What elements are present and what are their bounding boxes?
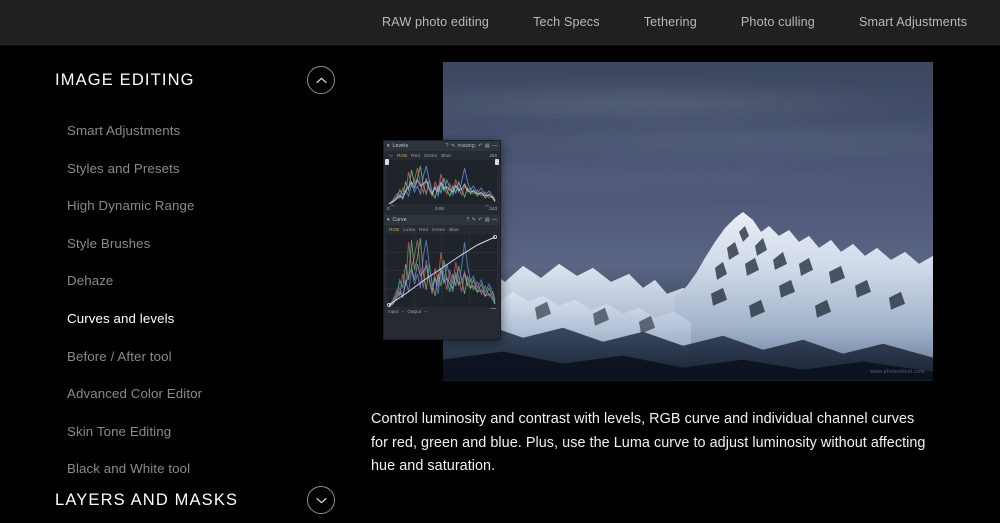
- sidebar-section-title-layers-and-masks: LAYERS AND MASKS: [55, 490, 239, 509]
- levels-tab-rgb[interactable]: RGB: [394, 151, 410, 161]
- help-icon[interactable]: ?: [446, 143, 449, 149]
- levels-channel-tabs: ∾ RGB Red Green Blue 255: [384, 151, 500, 161]
- sky-cloud-band-3: [443, 160, 933, 193]
- mountain-ridge: [443, 202, 933, 381]
- levels-panel-title: Levels: [392, 142, 409, 149]
- curve-panel-header-icons: ? ✎ ↶ ▤ —: [467, 217, 497, 223]
- sidebar-item-skin-tone-editing[interactable]: Skin Tone Editing: [67, 413, 347, 451]
- nav-link-photo-culling[interactable]: Photo culling: [719, 0, 837, 44]
- curve-channel-tabs: RGB Luma Red Green Blue: [384, 225, 500, 235]
- curve-output-label: Output: [407, 309, 422, 315]
- reset-icon[interactable]: ↶: [478, 217, 482, 223]
- preset-icon[interactable]: ▤: [485, 143, 490, 149]
- sidebar-section-image-editing[interactable]: IMAGE EDITING: [55, 66, 340, 94]
- curve-panel: ▾ Curve ? ✎ ↶ ▤ — RGB Luma Red Green Blu…: [384, 215, 500, 318]
- sidebar-item-styles-and-presets[interactable]: Styles and Presets: [67, 150, 347, 188]
- curve-panel-titlebar[interactable]: ▾ Curve ? ✎ ↶ ▤ —: [384, 215, 500, 225]
- sidebar-item-high-dynamic-range[interactable]: High Dynamic Range: [67, 187, 347, 225]
- curve-input-output-row: Input -- Output -- ⏜: [384, 307, 500, 318]
- sidebar-item-style-brushes[interactable]: Style Brushes: [67, 225, 347, 263]
- sidebar-item-smart-adjustments[interactable]: Smart Adjustments: [67, 112, 347, 150]
- levels-tab-blue[interactable]: Blue: [439, 151, 453, 160]
- sky-cloud-band-2: [443, 119, 933, 161]
- sidebar: IMAGE EDITING Smart Adjustments Styles a…: [0, 45, 360, 523]
- nav-link-tech-specs[interactable]: Tech Specs: [511, 0, 622, 44]
- levels-histogram[interactable]: [385, 159, 499, 204]
- curve-tab-blue[interactable]: Blue: [447, 225, 461, 234]
- chevron-down-icon[interactable]: ▾: [387, 143, 390, 149]
- curve-graph[interactable]: [387, 234, 497, 307]
- curve-tab-red[interactable]: Red: [417, 225, 430, 234]
- curve-tab-luma[interactable]: Luma: [401, 225, 417, 234]
- curve-output-value[interactable]: --: [424, 310, 427, 315]
- levels-tab-red[interactable]: Red: [409, 151, 422, 160]
- minus-icon[interactable]: —: [492, 217, 497, 223]
- reset-icon[interactable]: ↶: [478, 143, 482, 149]
- nav-link-tethering[interactable]: Tethering: [622, 0, 719, 44]
- levels-panel: ▾ Levels ? ✎ missing; ↶ ▤ — ∾ RGB Red Gr…: [384, 141, 500, 215]
- minus-icon[interactable]: —: [492, 143, 497, 149]
- top-nav-links: RAW photo editing Tech Specs Tethering P…: [360, 0, 989, 44]
- photo-watermark: www.photoshoot.com: [870, 369, 925, 375]
- curve-panel-title: Curve: [392, 216, 407, 223]
- main-content: www.photoshoot.com ▾ Levels ? ✎ missing;…: [360, 45, 1000, 523]
- sidebar-item-list: Smart Adjustments Styles and Presets Hig…: [67, 112, 347, 488]
- top-navigation-bar: RAW photo editing Tech Specs Tethering P…: [0, 0, 1000, 45]
- levels-gamma-value[interactable]: 0.06: [435, 207, 444, 212]
- eyedropper-icon[interactable]: ⏜: [390, 207, 395, 212]
- levels-white-handle-top-left[interactable]: [385, 159, 389, 165]
- sidebar-item-dehaze[interactable]: Dehaze: [67, 262, 347, 300]
- curve-tab-rgb[interactable]: RGB: [387, 225, 402, 235]
- levels-tab-green[interactable]: Green: [422, 151, 439, 160]
- sidebar-section-title-image-editing: IMAGE EDITING: [55, 70, 195, 89]
- curve-input-value[interactable]: --: [401, 310, 404, 315]
- feature-screenshot-photo: www.photoshoot.com: [443, 62, 933, 381]
- pencil-icon[interactable]: ✎: [451, 143, 455, 149]
- levels-and-curve-tool-panel[interactable]: ▾ Levels ? ✎ missing; ↶ ▤ — ∾ RGB Red Gr…: [383, 140, 501, 340]
- curve-input-label: Input: [388, 309, 399, 315]
- feature-description: Control luminosity and contrast with lev…: [371, 411, 926, 475]
- pencil-icon[interactable]: ✎: [472, 217, 476, 223]
- chevron-down-icon[interactable]: [307, 486, 335, 514]
- eyedropper-icon[interactable]: ⏜: [491, 309, 496, 316]
- curve-tab-green[interactable]: Green: [430, 225, 447, 234]
- sidebar-item-curves-and-levels[interactable]: Curves and levels: [67, 300, 347, 338]
- nav-link-smart-adjustments[interactable]: Smart Adjustments: [837, 0, 989, 44]
- chevron-up-icon[interactable]: [307, 66, 335, 94]
- sidebar-item-advanced-color-editor[interactable]: Advanced Color Editor: [67, 375, 347, 413]
- eyedropper-icon[interactable]: missing;: [458, 143, 476, 149]
- sidebar-item-before-after-tool[interactable]: Before / After tool: [67, 338, 347, 376]
- levels-panel-header-icons: ? ✎ missing; ↶ ▤ —: [446, 143, 497, 149]
- levels-white-handle-top-right[interactable]: [495, 159, 499, 165]
- levels-panel-titlebar[interactable]: ▾ Levels ? ✎ missing; ↶ ▤ —: [384, 141, 500, 151]
- nav-link-raw-photo-editing[interactable]: RAW photo editing: [360, 0, 511, 44]
- sidebar-section-layers-and-masks[interactable]: LAYERS AND MASKS: [55, 486, 340, 514]
- preset-icon[interactable]: ▤: [485, 217, 490, 223]
- chevron-down-icon[interactable]: ▾: [387, 217, 390, 223]
- help-icon[interactable]: ?: [467, 217, 470, 223]
- levels-white-point-value[interactable]: 243: [489, 207, 497, 212]
- levels-slider-row[interactable]: 0 ⏜ 0.06 ⏜ 243: [384, 204, 500, 215]
- sidebar-item-black-and-white-tool[interactable]: Black and White tool: [67, 450, 347, 488]
